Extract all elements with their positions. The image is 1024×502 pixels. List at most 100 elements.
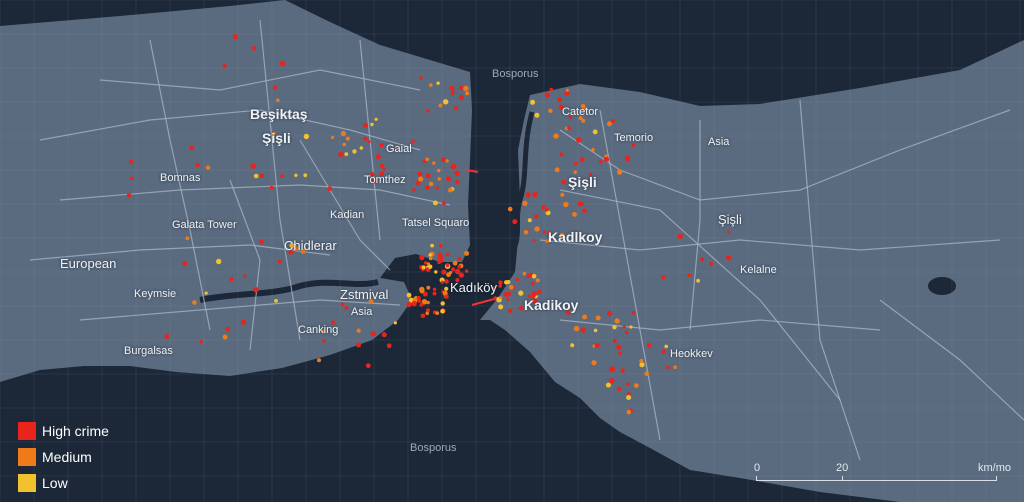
legend-label-medium: Medium [42, 449, 92, 465]
crime-incident-dot [525, 192, 531, 198]
crime-incident-dot [451, 267, 456, 272]
crime-incident-dot [498, 284, 502, 288]
crime-incident-dot [503, 292, 509, 297]
crime-incident-dot [189, 145, 195, 151]
scale-tick-mid [842, 476, 843, 481]
crime-incident-dot [344, 152, 349, 157]
crime-incident-dot [459, 85, 464, 90]
crime-incident-dot [700, 257, 705, 262]
legend-label-high: High crime [42, 423, 109, 439]
crime-incident-dot [629, 325, 633, 329]
scale-label-20: 20 [836, 462, 849, 474]
crime-incident-dot [572, 212, 577, 217]
crime-incident-dot [560, 192, 565, 197]
crime-incident-dot [617, 386, 622, 392]
crime-incident-dot [430, 243, 434, 248]
crime-incident-dot [435, 186, 439, 190]
crime-incident-dot [661, 349, 666, 354]
crime-incident-dot [582, 208, 587, 213]
crime-incident-dot [185, 236, 190, 241]
place-label-asia-east: Asia [708, 136, 730, 148]
legend-label-low: Low [42, 475, 68, 491]
crime-incident-dot [464, 269, 469, 273]
place-label-galata-tower: Galata Tower [172, 219, 237, 231]
place-label-canking: Canking [298, 324, 339, 336]
crime-map[interactable]: Bosporus Bosporus Beşiktaş Şişli Bomnas … [0, 0, 1024, 502]
crime-incident-dot [465, 91, 470, 96]
crime-incident-dot [428, 264, 433, 269]
crime-incident-dot [464, 250, 470, 256]
crime-incident-dot [417, 171, 423, 177]
crime-incident-dot [455, 179, 460, 185]
crime-incident-dot [370, 122, 374, 127]
crime-incident-dot [280, 174, 285, 178]
crime-incident-dot [253, 173, 259, 179]
crime-incident-dot [498, 304, 504, 310]
crime-incident-dot [544, 92, 550, 98]
crime-incident-dot [342, 142, 347, 147]
crime-incident-dot [381, 332, 387, 338]
crime-incident-dot [253, 286, 259, 293]
crime-incident-dot [425, 185, 430, 190]
crime-incident-dot [419, 76, 423, 80]
crime-incident-dot [622, 324, 626, 329]
crime-incident-dot [276, 98, 280, 102]
crime-incident-dot [612, 325, 617, 330]
crime-incident-dot [251, 46, 257, 51]
crime-incident-dot [574, 161, 578, 166]
crime-incident-dot [554, 167, 560, 173]
crime-incident-dot [591, 360, 597, 366]
crime-incident-dot [609, 367, 614, 373]
crime-incident-dot [352, 149, 357, 154]
map-legend: High crime Medium Low [18, 418, 109, 496]
place-label-tomthez: Tomthez [364, 174, 406, 186]
legend-item-low: Low [18, 470, 109, 496]
crime-incident-dot [406, 292, 412, 298]
crime-incident-dot [582, 314, 588, 320]
crime-incident-dot [425, 311, 430, 316]
crime-incident-dot [444, 294, 449, 299]
crime-incident-dot [428, 83, 433, 87]
crime-incident-dot [593, 328, 598, 333]
crime-incident-dot [457, 265, 462, 269]
crime-incident-dot [428, 181, 434, 187]
crime-incident-dot [432, 161, 436, 165]
crime-incident-dot [527, 218, 532, 223]
crime-incident-dot [279, 60, 286, 67]
crime-incident-dot [367, 140, 371, 144]
crime-incident-dot [512, 219, 518, 225]
crime-incident-dot [331, 135, 335, 140]
crime-incident-dot [345, 136, 350, 141]
place-label-tatsel-square: Tatsel Squaro [402, 217, 470, 229]
crime-incident-dot [452, 260, 458, 266]
crime-incident-dot [612, 338, 617, 343]
crime-incident-dot [222, 63, 227, 69]
crime-incident-dot [534, 226, 540, 232]
crime-incident-dot [611, 118, 616, 124]
crime-incident-dot [542, 230, 547, 234]
crime-incident-dot [664, 344, 668, 349]
crime-incident-dot [422, 291, 428, 297]
crime-incident-dot [639, 358, 644, 363]
crime-incident-dot [530, 281, 535, 286]
crime-incident-dot [436, 81, 440, 85]
crime-incident-dot [518, 290, 524, 296]
legend-swatch-medium [18, 448, 36, 466]
crime-incident-dot [269, 185, 274, 190]
crime-incident-dot [522, 200, 528, 206]
crime-incident-dot [616, 344, 622, 350]
crime-incident-dot [259, 239, 264, 245]
crime-incident-dot [450, 164, 456, 170]
crime-incident-dot [433, 200, 438, 206]
crime-incident-dot [506, 297, 510, 301]
crime-incident-dot [573, 325, 580, 332]
crime-incident-dot [425, 173, 431, 179]
crime-incident-dot [222, 334, 228, 340]
crime-incident-dot [205, 165, 211, 170]
crime-incident-dot [363, 136, 368, 141]
crime-incident-dot [441, 157, 446, 163]
crime-incident-dot [598, 159, 603, 164]
crime-incident-dot [428, 253, 432, 257]
legend-item-high: High crime [18, 418, 109, 444]
crime-incident-dot [508, 284, 514, 290]
